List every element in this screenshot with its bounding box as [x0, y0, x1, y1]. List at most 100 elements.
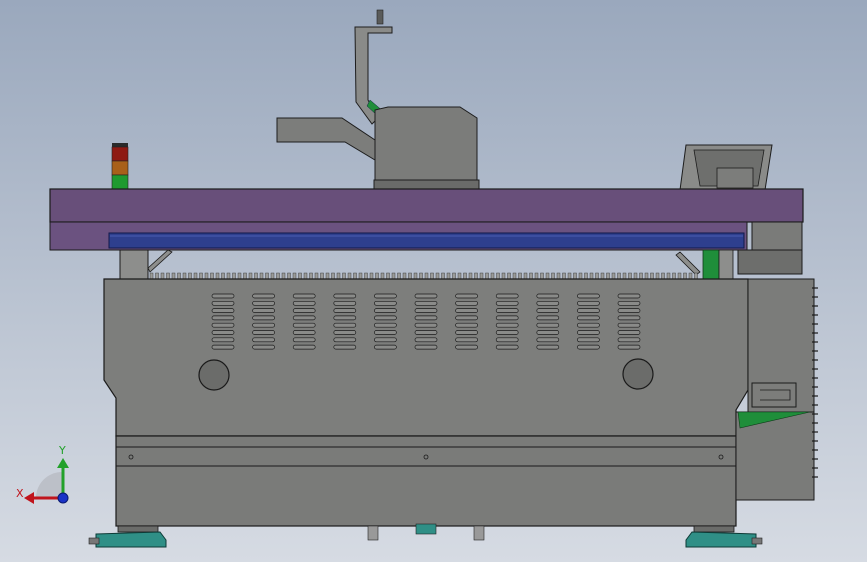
rack-tooth — [490, 272, 495, 280]
rack-tooth — [501, 272, 506, 280]
vent-slot — [495, 300, 519, 306]
rack-tooth — [177, 272, 181, 280]
rack-tooth — [320, 272, 324, 280]
rack-tooth — [353, 272, 357, 280]
signal-tower[interactable] — [111, 143, 129, 190]
rack-tooth — [397, 272, 401, 280]
rack-tooth — [584, 272, 588, 280]
vent-slot — [252, 337, 275, 343]
vent-slot — [455, 315, 478, 321]
vent-slot — [374, 330, 397, 335]
rack-tooth — [391, 272, 396, 280]
vent-slot — [414, 308, 438, 313]
rack-tooth — [562, 272, 566, 280]
caster — [367, 525, 379, 541]
vent-slot — [617, 322, 641, 328]
vent-slot — [374, 322, 397, 328]
rack-tooth — [419, 272, 423, 280]
laser-head-base — [373, 179, 480, 190]
vent-slot — [211, 330, 235, 335]
rack-tooth — [540, 272, 544, 280]
blue-rail — [108, 232, 745, 249]
rack-tooth — [518, 272, 522, 280]
rack-tooth — [479, 272, 484, 280]
rack-tooth — [633, 272, 638, 280]
vent-slot — [536, 330, 560, 335]
rack-tooth — [639, 272, 643, 280]
round-port-left — [198, 359, 230, 391]
vent-slot — [333, 308, 357, 313]
vent-slot — [577, 308, 600, 313]
y-axis-label: Y — [58, 444, 66, 457]
round-port-right — [622, 358, 654, 390]
vent-slot — [414, 300, 438, 306]
rack-tooth — [336, 272, 341, 280]
vent-slot — [577, 293, 600, 299]
gantry-leg-right — [718, 249, 734, 281]
vent-slot — [536, 337, 560, 343]
signal-light-amber — [111, 160, 129, 176]
rack-tooth — [160, 272, 165, 280]
vent-slot — [536, 344, 560, 350]
rack-tooth — [529, 272, 533, 280]
foot-left — [95, 531, 167, 548]
foot-bolt-left — [88, 537, 100, 545]
signal-light-red — [112, 143, 128, 147]
vent-slot — [292, 293, 316, 299]
vent-slot — [455, 330, 478, 335]
rack-tooth — [188, 272, 192, 280]
cad-viewport[interactable]: X Y — [0, 0, 867, 562]
vent-slot — [333, 337, 357, 343]
vent-slot — [577, 330, 600, 335]
rack-tooth — [694, 272, 698, 280]
vent-slot — [333, 300, 357, 306]
rack-tooth — [655, 272, 660, 280]
cabinet-handle[interactable] — [751, 382, 797, 408]
rack-tooth — [507, 272, 511, 280]
vent-slot — [211, 300, 235, 306]
vent-slot — [495, 330, 519, 335]
vent-slot — [414, 322, 438, 328]
vent-slot — [577, 322, 600, 328]
vent-slot — [292, 300, 316, 306]
vent-slot — [414, 344, 438, 350]
body-lower-panel — [115, 435, 737, 527]
foot-right — [685, 531, 757, 548]
machine-body[interactable] — [103, 278, 749, 527]
rack-tooth — [622, 272, 627, 280]
rack-tooth — [210, 272, 214, 280]
vent-slot — [292, 337, 316, 343]
rack-tooth — [248, 272, 253, 280]
foot-bolt-right — [751, 537, 763, 545]
vent-slot — [211, 344, 235, 350]
rack-tooth — [573, 272, 577, 280]
vent-slot — [617, 330, 641, 335]
vent-slot — [333, 330, 357, 335]
gantry-leg-left — [119, 249, 149, 281]
rack-tooth — [463, 272, 467, 280]
vent-slot — [495, 315, 519, 321]
monitor-bracket — [716, 167, 754, 189]
rack-tooth — [688, 272, 693, 280]
rack-tooth — [215, 272, 220, 280]
rack-tooth — [171, 272, 176, 280]
rack-tooth — [617, 272, 621, 280]
vent-slot — [455, 300, 478, 306]
rack-tooth — [430, 272, 434, 280]
rack-tooth — [600, 272, 605, 280]
vent-slot — [292, 322, 316, 328]
vent-slot — [211, 322, 235, 328]
rack-tooth — [369, 272, 374, 280]
vent-slot — [374, 337, 397, 343]
rack-tooth — [243, 272, 247, 280]
vent-slot — [617, 315, 641, 321]
side-cabinet[interactable] — [735, 278, 818, 501]
rack-tooth — [281, 272, 286, 280]
vent-slot — [333, 293, 357, 299]
gantry-leg-right-green — [702, 249, 720, 281]
rack-tooth — [364, 272, 368, 280]
vent-slot — [374, 293, 397, 299]
rack-tooth — [523, 272, 528, 280]
rack-tooth — [567, 272, 572, 280]
control-monitor[interactable] — [679, 144, 773, 191]
